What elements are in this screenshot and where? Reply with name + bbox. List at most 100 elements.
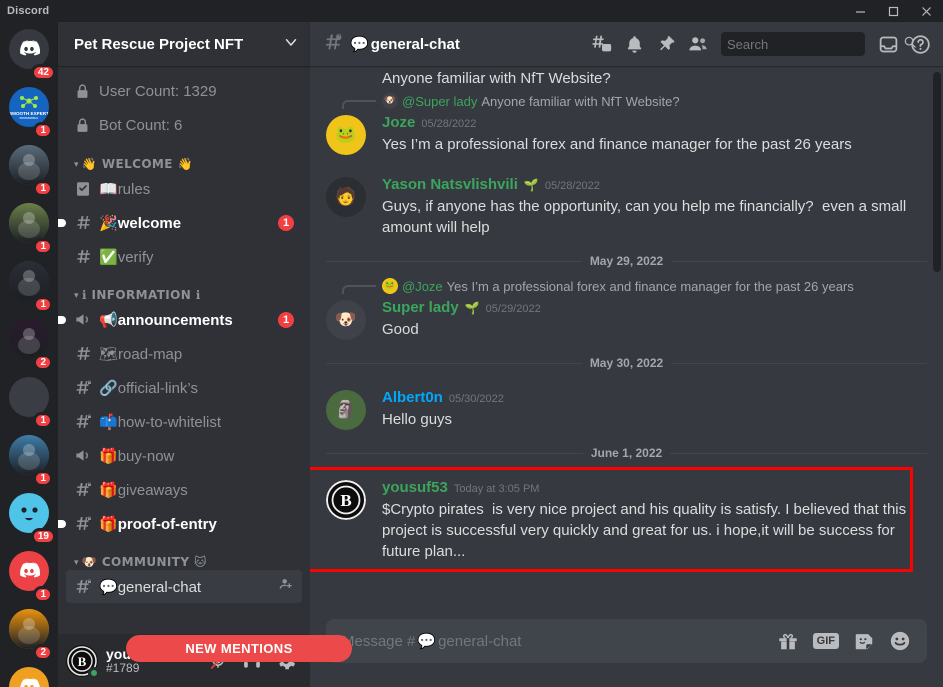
category-header-0[interactable]: ▾ 👋 WELCOME 👋	[58, 143, 310, 171]
emoji-icon[interactable]	[889, 630, 911, 652]
message-input-placeholder[interactable]: Message # 💬 general-chat	[342, 632, 777, 650]
message-avatar[interactable]: 🗿	[326, 390, 366, 430]
sidebar-channel-welcome[interactable]: 🎉welcome 1	[58, 206, 302, 239]
sidebar-channel-verify[interactable]: ✅verify	[66, 240, 302, 273]
server-badge: 2	[33, 354, 53, 371]
composer-prefix: Message #	[342, 632, 416, 650]
channel-emoji: ✅	[99, 247, 118, 266]
sidebar-channel-proof-of-entry[interactable]: 🎁proof-of-entry	[58, 507, 302, 540]
message-timestamp: 05/30/2022	[448, 393, 504, 405]
sidebar-info-1[interactable]: Bot Count: 6	[66, 109, 302, 142]
server-icon-5[interactable]: 2	[0, 315, 58, 373]
message-author[interactable]: Albert0n	[382, 388, 443, 408]
hash-icon	[74, 213, 94, 232]
message-header: Joze 05/28/2022	[382, 113, 927, 134]
sidebar-channel-general-chat[interactable]: 💬general-chat	[66, 570, 302, 603]
sidebar-channel-official-link’s[interactable]: 🔗official-link’s	[66, 371, 302, 404]
message-author[interactable]: Yason Natsvlishvili	[382, 175, 518, 195]
hash-lock-icon	[74, 577, 94, 596]
close-button[interactable]	[910, 0, 943, 22]
message-avatar[interactable]: 🐸	[326, 115, 366, 155]
server-icon-2[interactable]: 1	[0, 141, 58, 199]
sidebar-info-0[interactable]: User Count: 1329	[66, 75, 302, 108]
hash-icon	[74, 344, 94, 363]
server-avatar	[9, 551, 49, 591]
hash-lock-icon	[322, 31, 344, 58]
author-badge-icon: 🌱	[523, 178, 539, 192]
pin-icon[interactable]	[651, 30, 681, 58]
reply-body: 🐸 @Joze Yes I’m a professional forex and f…	[382, 278, 854, 294]
search-box[interactable]	[721, 32, 916, 56]
server-icon-3[interactable]: 1	[0, 199, 58, 257]
message-author[interactable]: Super lady	[382, 298, 459, 318]
gif-icon[interactable]: GIF	[812, 633, 839, 649]
server-icon-6[interactable]: 1	[0, 373, 58, 431]
guild-header[interactable]: Pet Rescue Project NFT	[58, 22, 310, 66]
gift-icon[interactable]	[777, 630, 799, 652]
server-icon-9[interactable]: 1	[0, 547, 58, 605]
bell-icon[interactable]	[619, 30, 649, 58]
divider-label: May 30, 2022	[589, 356, 664, 370]
svg-text:B: B	[78, 654, 87, 669]
message: 🗿 Albert0n 05/30/2022 Hello guys	[310, 386, 943, 432]
sidebar-channel-road-map[interactable]: 🗺road-map	[66, 337, 302, 370]
message-text: Hello guys	[382, 411, 453, 428]
composer: Message # 💬 general-chat GIF	[310, 619, 943, 687]
add-member-icon[interactable]	[278, 576, 294, 597]
reply-context[interactable]: 🐸 @Joze Yes I’m a professional forex and f…	[310, 276, 943, 296]
server-icon-1[interactable]: SMOOTH EXPERT PROFESSIONAL 1	[0, 83, 58, 141]
server-rail[interactable]: 42SMOOTH EXPERTPROFESSIONAL11112111912NE…	[0, 22, 58, 687]
channel-list[interactable]: User Count: 1329 Bot Count: 6 ▾ 👋 WELCOME 👋…	[58, 66, 310, 634]
sidebar-channel-announcements[interactable]: 📢announcements 1	[58, 303, 302, 336]
server-icon-7[interactable]: 1	[0, 431, 58, 489]
channel-emoji: 💬	[99, 577, 118, 596]
lock-icon	[74, 83, 94, 100]
message-avatar[interactable]: B	[326, 480, 366, 520]
server-icon-8[interactable]: 19	[0, 489, 58, 547]
server-icon-10[interactable]: 2	[0, 605, 58, 663]
message-author[interactable]: yousuf53	[382, 478, 448, 498]
divider-line	[326, 452, 583, 454]
server-icon-0[interactable]: 42	[0, 25, 58, 83]
sticker-icon[interactable]	[853, 630, 875, 652]
hash-lock-icon	[74, 480, 94, 499]
server-icon-11[interactable]: NEW	[0, 663, 58, 687]
minimize-button[interactable]	[844, 0, 877, 22]
message-list[interactable]: Anyone familiar with NfT Website? 🐶 @Super…	[310, 66, 943, 619]
threads-icon[interactable]	[587, 30, 617, 58]
channel-header: 💬 general-chat	[310, 22, 943, 66]
sidebar-channel-rules[interactable]: 📖rules	[66, 172, 302, 205]
category-header-2[interactable]: ▾ 🐶 COMMUNITY 🐱	[58, 541, 310, 569]
sidebar-channel-how-to-whitelist[interactable]: 📫how-to-whitelist	[66, 405, 302, 438]
message-header: Super lady 🌱 05/29/2022	[382, 298, 927, 319]
message-avatar[interactable]: 🧑	[326, 177, 366, 217]
unread-indicator	[58, 519, 66, 528]
message-input-bar[interactable]: Message # 💬 general-chat GIF	[326, 619, 927, 663]
channel-label: 🗺road-map	[99, 344, 183, 363]
channel-emoji: 🎁	[99, 446, 118, 465]
reply-context[interactable]: 🐶 @Super lady Anyone familiar with NfT Web…	[310, 91, 943, 111]
chevron-down-icon[interactable]	[282, 33, 300, 56]
server-icon-4[interactable]: 1	[0, 257, 58, 315]
maximize-button[interactable]	[877, 0, 910, 22]
sidebar-channel-buy-now[interactable]: 🎁buy-now	[66, 439, 302, 472]
message-author[interactable]: Joze	[382, 113, 415, 133]
chevron-down-icon[interactable]: ▾	[74, 290, 79, 301]
new-mentions-banner[interactable]: NEW MENTIONS	[126, 635, 352, 662]
help-icon[interactable]	[905, 30, 935, 58]
message-avatar[interactable]: 🐶	[326, 300, 366, 340]
chevron-down-icon[interactable]: ▾	[74, 159, 79, 170]
divider-line	[326, 362, 582, 364]
category-header-1[interactable]: ▾ ℹ INFORMATION ℹ	[58, 274, 310, 302]
server-avatar	[9, 145, 49, 185]
channel-emoji: 📫	[99, 412, 118, 431]
chevron-down-icon[interactable]: ▾	[74, 557, 79, 568]
sidebar-channel-giveaways[interactable]: 🎁giveaways	[66, 473, 302, 506]
channel-label: 🎉welcome	[99, 213, 182, 232]
inbox-icon[interactable]	[873, 30, 903, 58]
server-avatar	[9, 609, 49, 649]
members-icon[interactable]	[683, 30, 713, 58]
channel-emoji: 📖	[99, 179, 118, 198]
avatar[interactable]: B	[66, 644, 100, 679]
channel-emoji: 🎁	[99, 480, 118, 499]
